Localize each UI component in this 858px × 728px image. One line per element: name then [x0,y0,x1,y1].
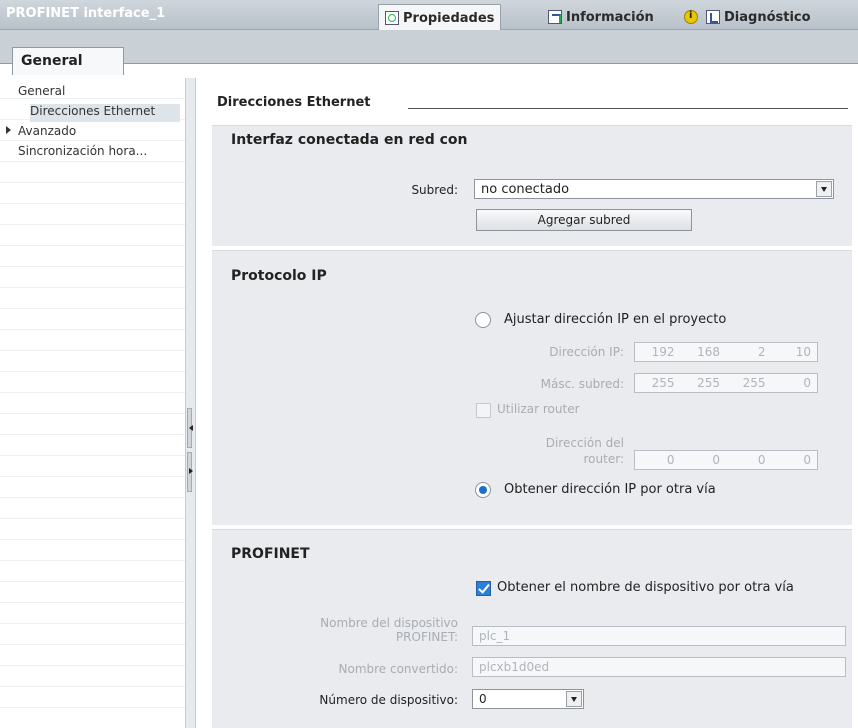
tab-properties-label: Propiedades [403,10,495,26]
sidebar-item-label: Sincronización hora... [18,144,148,158]
section-title: Direcciones Ethernet [217,95,371,110]
subnet-mask-field: 255 255 255 0 [634,373,818,393]
tab-information[interactable]: Información [542,4,660,30]
info-badge-icon [684,10,698,24]
router-address-field: 0 0 0 0 [634,450,818,470]
subnet-dropdown[interactable]: no conectado [474,179,834,199]
device-name-label-1: Nombre del dispositivo [320,616,458,630]
ip-protocol-title: Protocolo IP [231,268,327,284]
sidebar-item-general[interactable]: General [18,84,65,102]
device-name-label-2: PROFINET: [395,630,458,644]
subnet-mask-label: Másc. subred: [540,377,624,391]
set-ip-radio[interactable] [475,312,491,328]
sidebar-item-ethernet-addresses[interactable]: Direcciones Ethernet [30,104,180,122]
ip-octet: 168 [697,345,720,359]
mask-octet: 0 [803,376,811,390]
sidebar-item-label: Avanzado [18,124,77,138]
ip-octet: 2 [757,345,766,359]
expand-right-icon[interactable] [189,468,193,474]
ip-octet: 10 [795,345,811,359]
router-octet: 0 [666,453,675,467]
mask-octet: 255 [697,376,720,390]
ip-octet: 192 [651,345,675,359]
ip-other-way-radio[interactable] [475,482,491,498]
device-number-label: Número de dispositivo: [319,693,458,707]
set-ip-label: Ajustar dirección IP en el proyecto [504,312,727,327]
collapse-left-icon[interactable] [189,425,193,431]
chevron-down-icon[interactable] [816,181,832,197]
tab-diagnostics-label: Diagnóstico [724,9,811,25]
add-subnet-button[interactable]: Agregar subred [476,209,692,231]
tab-properties[interactable]: Propiedades [378,4,502,31]
converted-name-field: plcxb1d0ed [472,657,846,677]
device-name-field: plc_1 [472,626,846,646]
ip-address-label: Dirección IP: [549,345,624,359]
profinet-title: PROFINET [231,546,310,562]
subnet-value: no conectado [481,182,570,197]
sidebar [0,78,186,728]
tab-general[interactable]: General [12,47,124,75]
device-number-dropdown[interactable]: 0 [472,689,584,709]
router-octet: 0 [712,453,720,467]
network-group-title: Interfaz conectada en red con [231,132,468,148]
converted-name-label: Nombre convertido: [338,662,459,676]
router-octet: 0 [757,453,766,467]
expand-arrow-icon[interactable] [6,126,11,134]
info-icon [548,10,562,24]
mask-octet: 255 [742,376,766,390]
section-divider [408,108,848,109]
router-octet: 0 [803,453,811,467]
sidebar-item-label: Direcciones Ethernet [30,104,156,118]
name-other-way-label: Obtener el nombre de dispositivo por otr… [497,580,794,595]
device-number-value: 0 [479,692,487,706]
name-other-way-checkbox[interactable] [476,581,491,596]
use-router-label: Utilizar router [497,402,580,416]
splitter[interactable] [186,78,196,728]
ip-other-way-label: Obtener dirección IP por otra vía [504,482,716,497]
router-address-label-1: Dirección del [545,436,624,450]
sidebar-item-advanced[interactable]: Avanzado [6,124,77,142]
tab-information-label: Información [566,9,654,25]
sidebar-item-label: General [18,84,66,98]
diagnostics-icon [706,10,720,24]
use-router-checkbox [476,403,491,418]
ip-address-field: 192 168 2 10 [634,342,818,362]
properties-icon [385,11,399,25]
tab-diagnostics[interactable]: Diagnóstico [700,4,817,30]
router-address-label-2: router: [583,452,624,466]
sidebar-item-time-sync[interactable]: Sincronización hora... [18,144,147,162]
chevron-down-icon[interactable] [566,691,582,707]
tab-strip [0,30,858,64]
subnet-label: Subred: [411,183,458,197]
window-title: PROFINET interface_1 [6,6,166,21]
mask-octet: 255 [651,376,675,390]
